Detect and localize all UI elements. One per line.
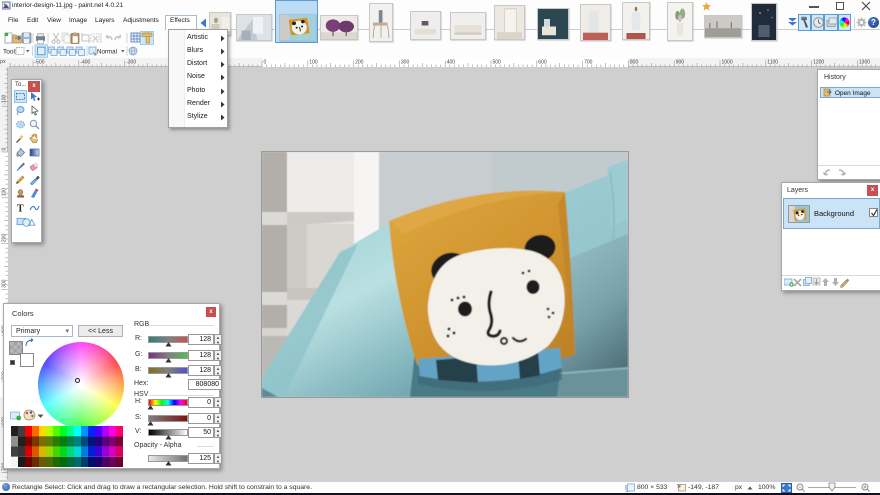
svg-text:300: 300 bbox=[401, 60, 410, 66]
svg-text:400: 400 bbox=[447, 60, 456, 66]
svg-text:-500: -500 bbox=[35, 60, 45, 66]
svg-text:100: 100 bbox=[2, 188, 8, 197]
svg-text:0: 0 bbox=[264, 60, 267, 66]
svg-text:100: 100 bbox=[309, 60, 318, 66]
svg-text:800: 800 bbox=[630, 60, 639, 66]
svg-text:1300: 1300 bbox=[859, 60, 870, 66]
svg-text:-300: -300 bbox=[126, 60, 136, 66]
svg-text:900: 900 bbox=[676, 60, 685, 66]
svg-text:600: 600 bbox=[538, 60, 547, 66]
svg-text:500: 500 bbox=[493, 60, 502, 66]
svg-text:Tool:: Tool: bbox=[3, 49, 17, 56]
svg-text:-400: -400 bbox=[80, 60, 90, 66]
svg-text:T: T bbox=[17, 204, 24, 214]
svg-text:700: 700 bbox=[584, 60, 593, 66]
svg-text:1000: 1000 bbox=[722, 60, 733, 66]
svg-text:1200: 1200 bbox=[813, 60, 824, 66]
svg-text:1100: 1100 bbox=[767, 60, 778, 66]
svg-text:200: 200 bbox=[2, 234, 8, 243]
svg-text:300: 300 bbox=[2, 279, 8, 288]
svg-text:0: 0 bbox=[2, 148, 8, 151]
svg-text:200: 200 bbox=[355, 60, 364, 66]
svg-text:Normal: Normal bbox=[97, 49, 117, 56]
svg-text:-100: -100 bbox=[2, 94, 8, 104]
